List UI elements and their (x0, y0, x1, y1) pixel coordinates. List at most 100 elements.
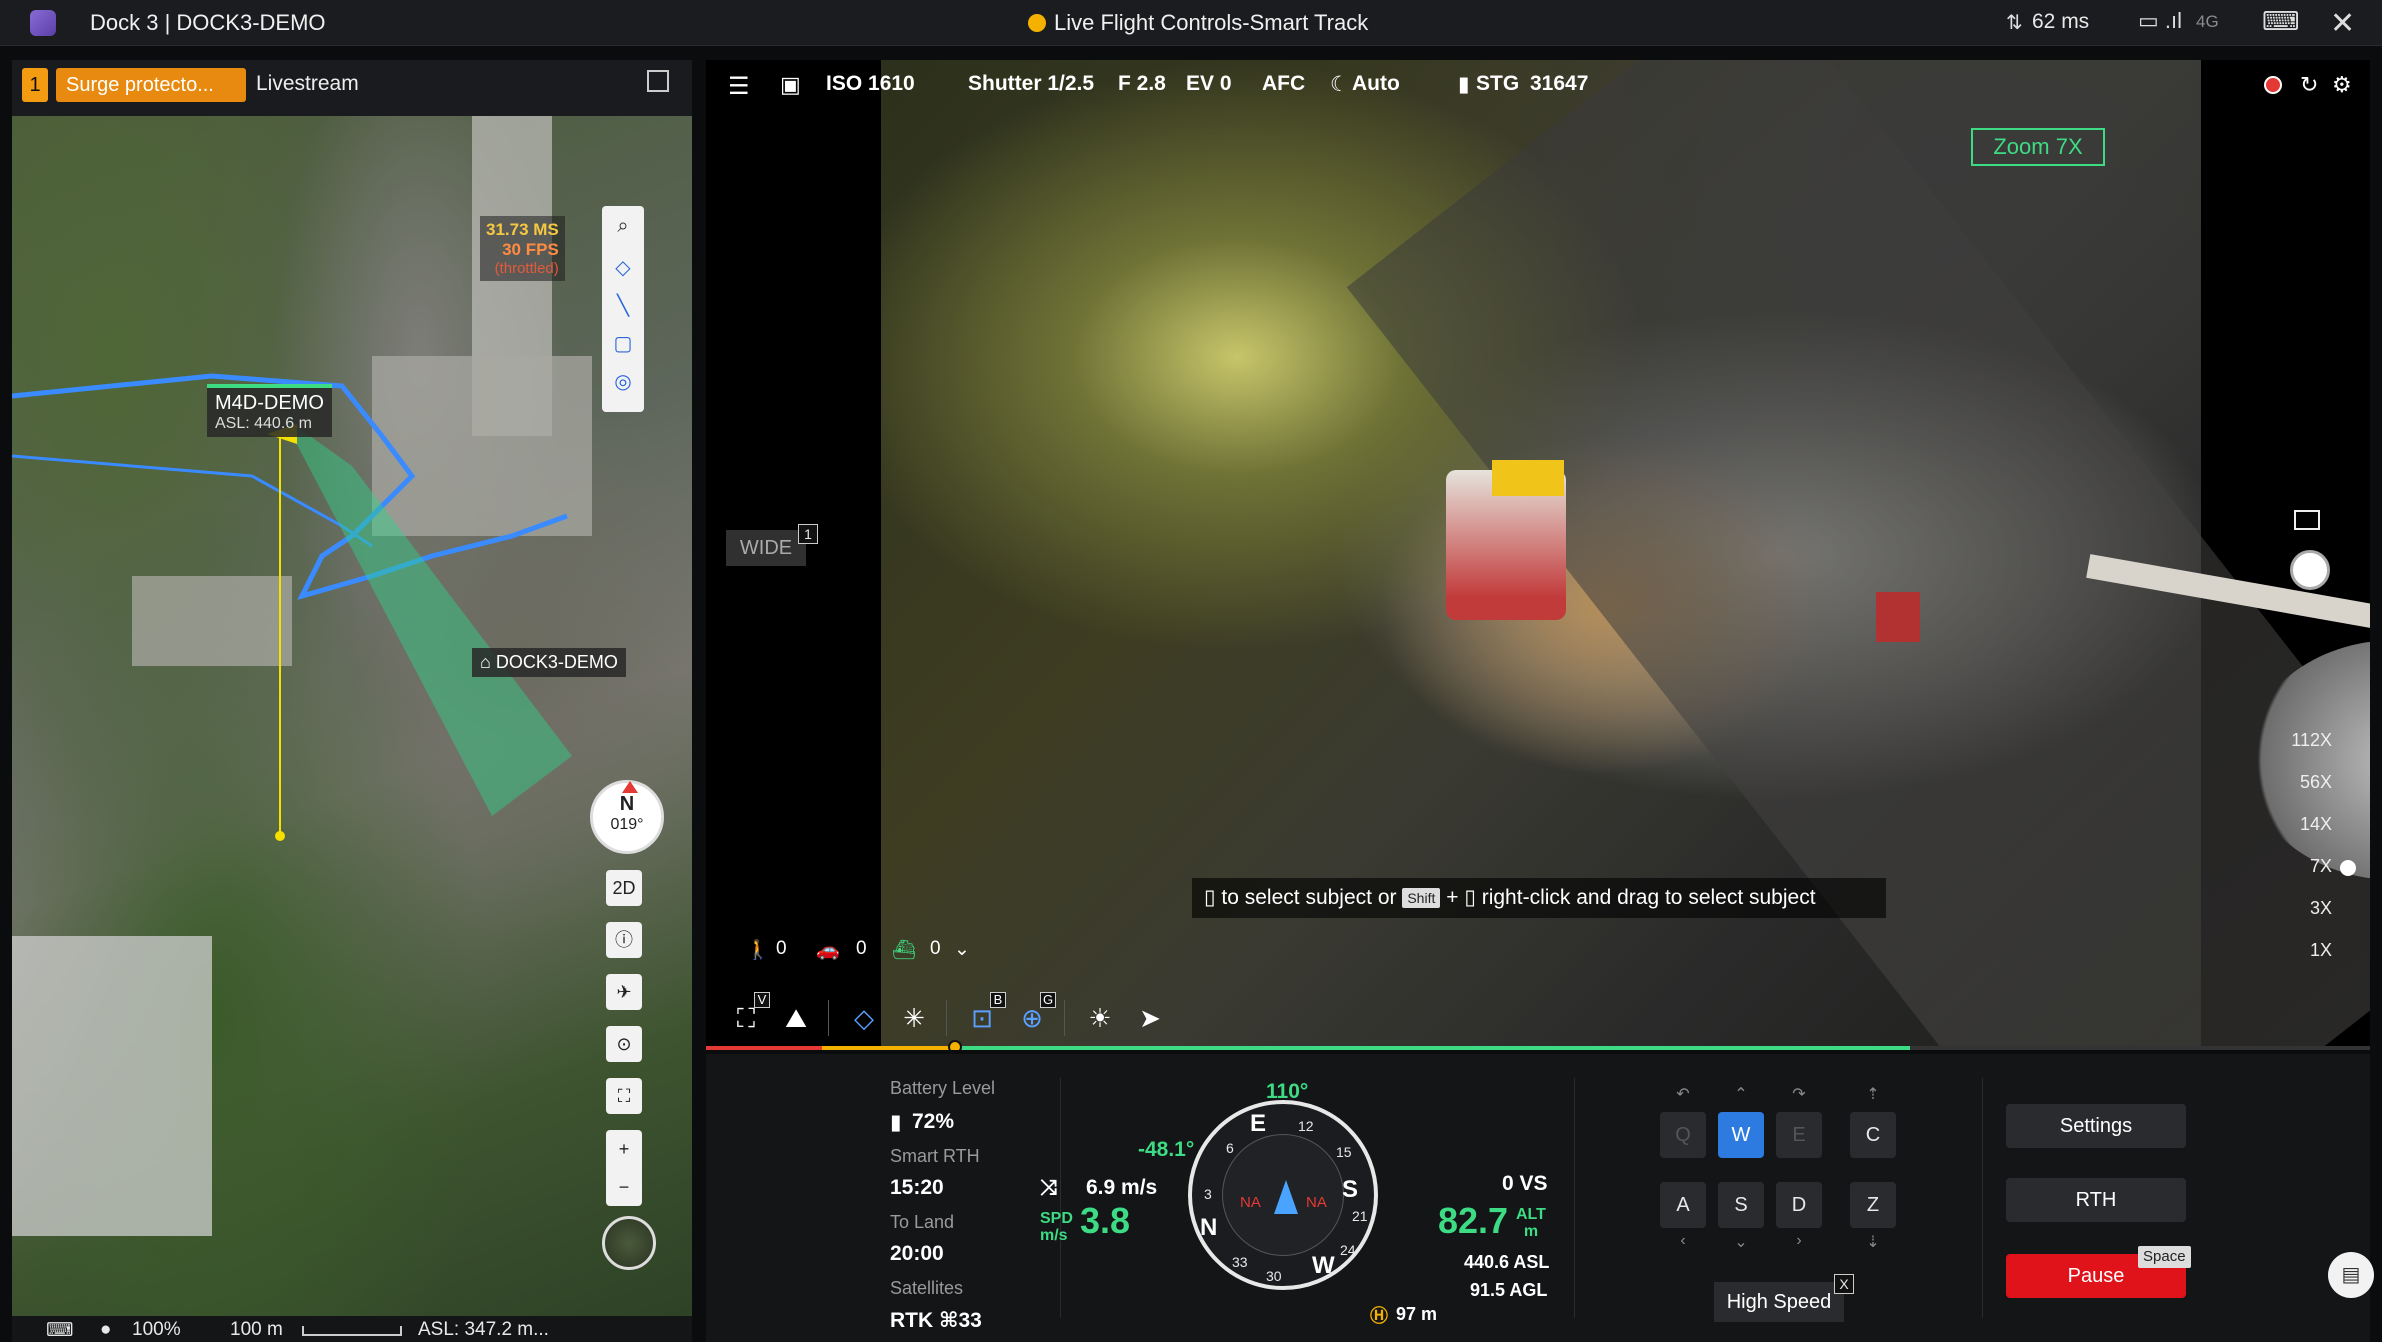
wide-button[interactable]: WIDE (726, 530, 806, 566)
record-icon[interactable] (2264, 76, 2282, 94)
map-scale: 100 m (230, 1319, 283, 1340)
key-s[interactable]: S (1718, 1182, 1764, 1228)
alert-banner[interactable]: Surge protecto... (56, 68, 246, 102)
fps-throttled: (throttled) (494, 260, 559, 277)
map-3d-view[interactable]: 31.73 MS 30 FPS (throttled) M4D-DEMO ASL… (12, 116, 692, 1316)
chevron-down-icon[interactable]: ⌄ (954, 938, 970, 961)
fit-view-icon[interactable]: ⛶ (606, 1078, 642, 1114)
flight-path (12, 373, 572, 841)
refresh-icon[interactable]: ↻ (2300, 72, 2318, 98)
zoom-level[interactable]: 1X (2310, 940, 2332, 961)
ai-icon[interactable]: ⊡ B (960, 992, 1006, 1040)
zoom-controls: + − (606, 1130, 642, 1206)
globe-icon[interactable] (602, 1216, 656, 1270)
pin-icon: ● (100, 1319, 112, 1340)
focus-mode[interactable]: AFC (1262, 72, 1305, 96)
zoom-level[interactable]: 3X (2310, 898, 2332, 919)
pin-icon[interactable]: ◇ (611, 256, 635, 280)
screen-icon[interactable] (2294, 510, 2320, 530)
target-icon[interactable]: ⊕ G (1010, 992, 1056, 1040)
battery-progress (706, 1040, 2370, 1050)
circle-icon[interactable]: ◎ (611, 370, 635, 394)
compass-tick: 24 (1340, 1242, 1356, 1258)
zoom-level[interactable]: 14X (2300, 814, 2332, 835)
map-panel-header: 1 Surge protecto... Livestream (12, 60, 692, 112)
map-compass[interactable]: N 019° (590, 780, 664, 854)
shortcut-x: X (1834, 1274, 1854, 1294)
zoom-level[interactable]: 112X (2291, 730, 2332, 751)
ev-value[interactable]: EV 0 (1186, 72, 1232, 96)
zoom-knob[interactable] (2340, 860, 2356, 876)
key-q[interactable]: Q (1660, 1112, 1706, 1158)
navigate-icon[interactable]: ➤ (1128, 996, 1172, 1040)
aircraft-icon[interactable]: ✈ (606, 974, 642, 1010)
map-percent: 100% (132, 1319, 181, 1340)
expand-icon[interactable] (647, 70, 669, 92)
white-balance[interactable]: Auto (1352, 72, 1400, 96)
key-c[interactable]: C (1850, 1112, 1896, 1158)
fps-value: 30 FPS (502, 240, 559, 259)
excavator-bucket (1876, 592, 1920, 642)
boat-count: 0 (930, 938, 941, 959)
search-icon[interactable]: ⌕ (611, 214, 635, 238)
ar-icon[interactable]: ⛰ (774, 996, 818, 1040)
menu-icon[interactable]: ☰ (728, 72, 750, 101)
to-land-label: To Land (890, 1212, 955, 1232)
dock-label[interactable]: ⌂ DOCK3-DEMO (472, 648, 626, 677)
latency-value: 62 ms (2032, 10, 2090, 33)
compass-deg: 019° (610, 816, 644, 833)
light-icon[interactable]: ✳ (892, 996, 936, 1040)
shutter-value[interactable]: Shutter 1/2.5 (968, 72, 1094, 96)
ascend-icon: ⇡ (1866, 1086, 1880, 1103)
locate-icon[interactable]: ⊙ (606, 1026, 642, 1062)
gear-icon[interactable]: ⚙ (2332, 72, 2352, 98)
dock-icon: ⌂ (480, 652, 496, 672)
key-e[interactable]: E (1776, 1112, 1822, 1158)
pin-icon[interactable]: ◇ (842, 996, 886, 1040)
zoom-level[interactable]: 7X (2310, 856, 2332, 877)
shortcut-v: V (754, 992, 770, 1008)
grid-icon[interactable]: ⛶ V (724, 992, 770, 1040)
zoom-level[interactable]: 56X (2300, 772, 2332, 793)
boat-icon: ⛴ (892, 940, 917, 961)
shortcut-b: B (990, 992, 1006, 1008)
compass-na-right: NA (1306, 1194, 1327, 1211)
settings-button[interactable]: Settings (2006, 1104, 2186, 1148)
zoom-out-button[interactable]: − (606, 1168, 642, 1206)
aperture-value[interactable]: F 2.8 (1118, 72, 1166, 96)
aircraft-label[interactable]: M4D-DEMO ASL: 440.6 m (207, 384, 332, 437)
home-marker-icon (948, 1040, 962, 1050)
zoom-label: Zoom 7X (1971, 128, 2105, 166)
livestream-tab[interactable]: Livestream (256, 72, 359, 96)
zoom-in-button[interactable]: + (606, 1130, 642, 1168)
alert-count-badge[interactable]: 1 (22, 68, 48, 102)
camera-settings-bar: ☰ ▣ ISO 1610 Shutter 1/2.5 F 2.8 EV 0 AF… (706, 60, 2370, 112)
view-2d-button[interactable]: 2D (606, 870, 642, 906)
compass-tick: 12 (1298, 1118, 1314, 1134)
high-speed-toggle[interactable]: High Speed (1714, 1282, 1844, 1322)
key-a[interactable]: A (1660, 1182, 1706, 1228)
vertical-speed: 0 VS (1502, 1172, 1548, 1195)
iso-value[interactable]: ISO 1610 (826, 72, 915, 96)
close-icon[interactable]: ✕ (2330, 6, 2355, 41)
keyboard-icon[interactable]: ⌨ (2262, 6, 2300, 37)
window-title: Dock 3 | DOCK3-DEMO (90, 10, 326, 35)
fps-ms: 31.73 MS (486, 220, 559, 239)
camera-view[interactable]: ☰ ▣ ISO 1610 Shutter 1/2.5 F 2.8 EV 0 AF… (706, 60, 2370, 1050)
compass-north-icon (622, 781, 638, 793)
key-w[interactable]: W (1718, 1112, 1764, 1158)
down-icon: ⌄ (1734, 1234, 1748, 1251)
toolbar-divider (946, 1000, 947, 1036)
chat-icon[interactable]: ▤ (2328, 1252, 2374, 1298)
info-icon[interactable]: ⓘ (606, 922, 642, 958)
telemetry-panel: Battery Level ▮ 72% Smart RTH 15:20 To L… (706, 1054, 2370, 1342)
polygon-icon[interactable]: ▢ (611, 332, 635, 356)
brightness-icon[interactable]: ☀ (1078, 996, 1122, 1040)
rth-button[interactable]: RTH (2006, 1178, 2186, 1222)
key-d[interactable]: D (1776, 1182, 1822, 1228)
rotate-right-icon: ↷ (1792, 1086, 1806, 1103)
shutter-button[interactable] (2290, 550, 2330, 590)
key-z[interactable]: Z (1850, 1182, 1896, 1228)
line-icon[interactable]: ╲ (611, 294, 635, 318)
keyboard-icon[interactable]: ⌨ (46, 1319, 73, 1342)
